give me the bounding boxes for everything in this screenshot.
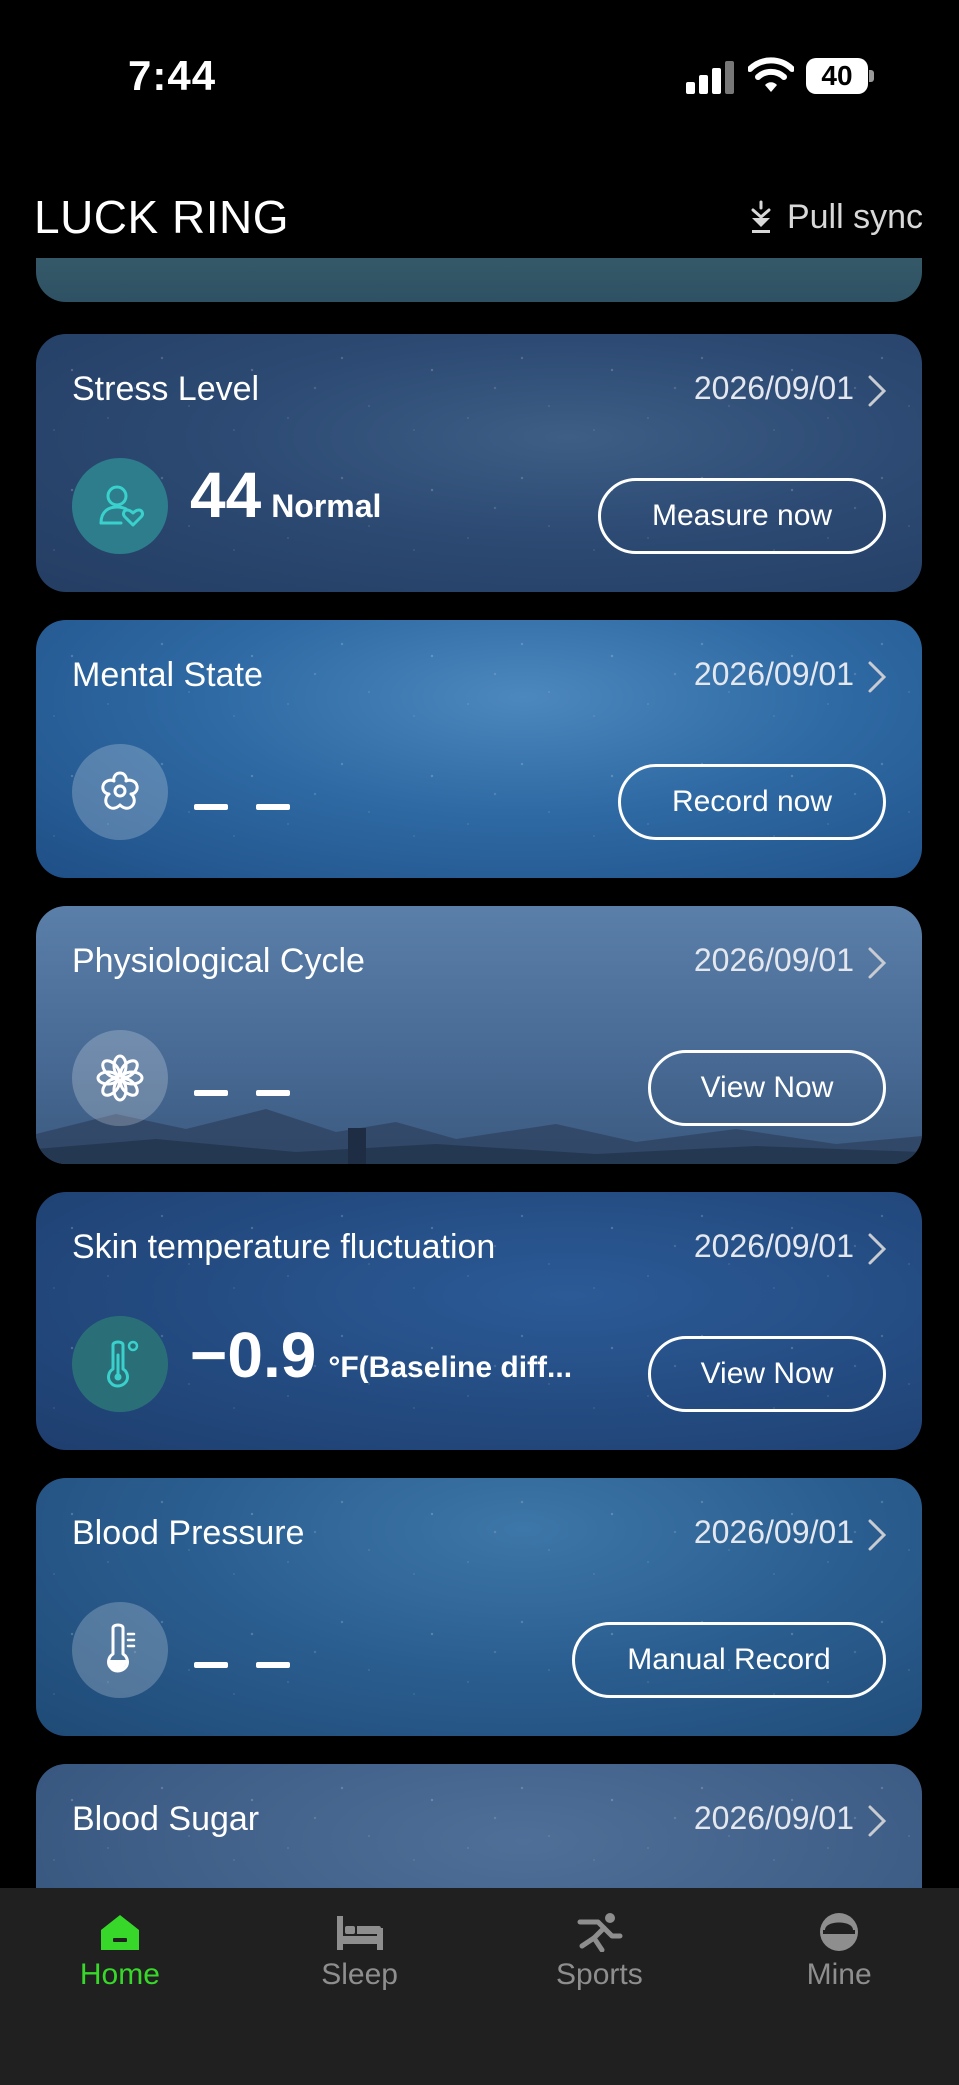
card-title: Mental State bbox=[72, 656, 263, 694]
tab-mine[interactable]: Mine bbox=[719, 1888, 959, 2018]
chevron-right-icon[interactable] bbox=[866, 1232, 888, 1266]
view-now-button[interactable]: View Now bbox=[648, 1050, 886, 1126]
chevron-right-icon[interactable] bbox=[866, 1518, 888, 1552]
card-date: 2026/09/01 bbox=[693, 370, 854, 406]
card-title: Blood Sugar bbox=[72, 1800, 260, 1838]
tab-sleep-label: Sleep bbox=[321, 1958, 398, 1991]
card-value: 44 Normal bbox=[190, 458, 381, 532]
cellular-signal-icon bbox=[686, 60, 736, 94]
view-now-button[interactable]: View Now bbox=[648, 1336, 886, 1412]
chevron-right-icon[interactable] bbox=[866, 374, 888, 408]
card-date: 2026/09/01 bbox=[693, 1800, 854, 1836]
empty-value-dash bbox=[194, 804, 324, 812]
battery-icon: 40 bbox=[806, 58, 874, 94]
skin-temperature-card[interactable]: Skin temperature fluctuation 2026/09/01 … bbox=[36, 1192, 922, 1450]
tab-sports-label: Sports bbox=[556, 1958, 643, 1991]
card-date: 2026/09/01 bbox=[693, 656, 854, 692]
card-date: 2026/09/01 bbox=[693, 942, 854, 978]
card-title: Stress Level bbox=[72, 370, 260, 408]
pull-sync-label: Pull sync bbox=[786, 198, 923, 236]
tab-home-label: Home bbox=[79, 1958, 160, 1991]
card-title: Skin temperature fluctuation bbox=[72, 1228, 496, 1266]
card-value: −0.9 °F(Baseline diff... bbox=[190, 1318, 572, 1392]
empty-value-dash bbox=[194, 1090, 324, 1098]
person-heart-icon bbox=[72, 458, 168, 554]
thermometer-scale-icon bbox=[72, 1602, 168, 1698]
status-time: 7:44 bbox=[128, 52, 217, 99]
pull-down-icon bbox=[751, 200, 771, 233]
petal-flower-icon bbox=[72, 1030, 168, 1126]
battery-level: 40 bbox=[806, 58, 868, 94]
blood-sugar-card[interactable]: Blood Sugar 2026/09/01 bbox=[36, 1764, 922, 1888]
profile-icon bbox=[820, 1913, 859, 1951]
stress-status: Normal bbox=[271, 488, 382, 524]
card-title: Blood Pressure bbox=[72, 1514, 305, 1552]
manual-record-button[interactable]: Manual Record bbox=[572, 1622, 886, 1698]
health-cards-list[interactable]: Stress Level 2026/09/01 44 Normal Measure… bbox=[0, 258, 959, 1888]
chevron-right-icon[interactable] bbox=[866, 660, 888, 694]
status-bar: 7:44 40 bbox=[0, 0, 959, 150]
wifi-icon bbox=[747, 56, 795, 94]
tab-mine-label: Mine bbox=[806, 1958, 872, 1991]
measure-now-button[interactable]: Measure now bbox=[598, 478, 886, 554]
stress-level-card[interactable]: Stress Level 2026/09/01 44 Normal Measure… bbox=[36, 334, 922, 592]
mental-state-card[interactable]: Mental State 2026/09/01 Record now bbox=[36, 620, 922, 878]
card-date: 2026/09/01 bbox=[693, 1514, 854, 1550]
partial-card-top[interactable] bbox=[36, 258, 922, 302]
bottom-nav: Home Sleep Sports Mine bbox=[0, 1888, 959, 2085]
blood-pressure-card[interactable]: Blood Pressure 2026/09/01 Manual Record bbox=[36, 1478, 922, 1736]
tab-sports[interactable]: Sports bbox=[480, 1888, 720, 2018]
skin-temp-unit: °F(Baseline diff... bbox=[328, 1351, 573, 1384]
running-icon bbox=[577, 1913, 623, 1952]
chevron-right-icon[interactable] bbox=[866, 1804, 888, 1838]
record-now-button[interactable]: Record now bbox=[618, 764, 886, 840]
thermometer-icon bbox=[72, 1316, 168, 1412]
stress-value: 44 bbox=[190, 459, 262, 531]
card-title: Physiological Cycle bbox=[72, 942, 365, 980]
app-header: LUCK RING Pull sync bbox=[0, 180, 959, 260]
pull-sync[interactable]: Pull sync bbox=[749, 198, 923, 237]
bed-icon bbox=[336, 1916, 383, 1950]
page-title: LUCK RING bbox=[34, 191, 289, 243]
empty-value-dash bbox=[194, 1662, 324, 1670]
skin-temp-value: −0.9 bbox=[190, 1319, 317, 1391]
tab-sleep[interactable]: Sleep bbox=[240, 1888, 480, 2018]
tab-home[interactable]: Home bbox=[0, 1888, 240, 2018]
chevron-right-icon[interactable] bbox=[866, 946, 888, 980]
home-icon bbox=[100, 1915, 139, 1950]
physiological-cycle-card[interactable]: Physiological Cycle 2026/09/01 View Now bbox=[36, 906, 922, 1164]
card-date: 2026/09/01 bbox=[693, 1228, 854, 1264]
flower-icon bbox=[72, 744, 168, 840]
